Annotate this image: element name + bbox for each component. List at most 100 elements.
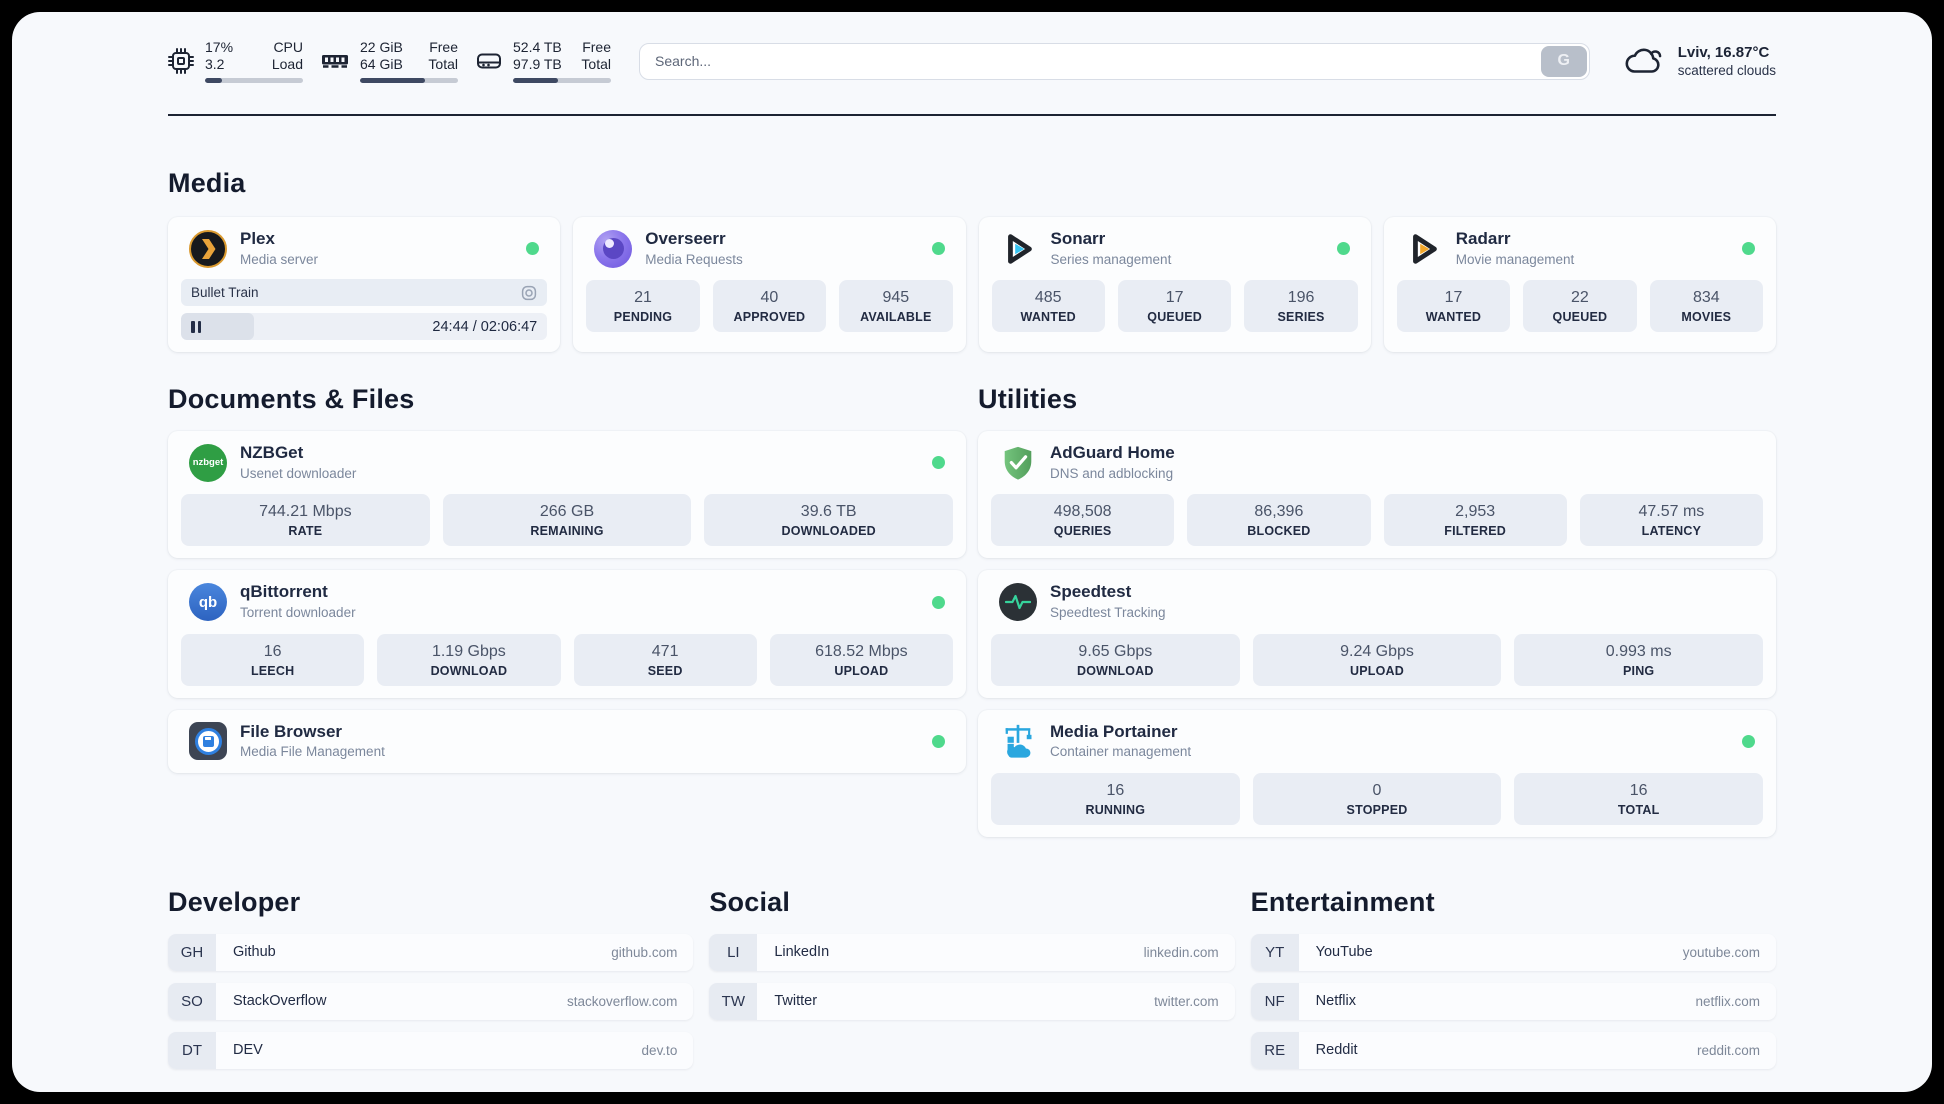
link-name: DEV: [233, 1042, 263, 1059]
nzbget-icon: nzbget: [189, 443, 227, 482]
now-playing-title: Bullet Train: [191, 285, 259, 301]
app-card-portainer[interactable]: Media Portainer Container management 16 R…: [978, 709, 1776, 837]
link-abbr: RE: [1250, 1031, 1299, 1069]
search-engine-button[interactable]: G: [1540, 45, 1587, 77]
link-abbr: GH: [168, 933, 216, 971]
link-url: dev.to: [641, 1042, 678, 1058]
app-card-nzbget[interactable]: nzbget NZBGet Usenet downloader 744.21 M…: [168, 431, 966, 559]
ram-meter: [360, 78, 458, 83]
app-subtitle: Media File Management: [240, 744, 385, 760]
link-name: Netflix: [1315, 993, 1356, 1010]
cpu-load: 3.2: [205, 56, 225, 72]
status-online-dot: [932, 456, 945, 470]
section-utilities: Utilities AdGuard Home DNS and adblockin…: [978, 384, 1776, 837]
app-subtitle: Movie management: [1455, 251, 1575, 267]
app-card-radarr[interactable]: Radarr Movie management 17 WANTED 22 QUEUE…: [1383, 217, 1776, 353]
disk-meter: [513, 78, 611, 83]
app-subtitle: Container management: [1050, 744, 1192, 760]
stat-upload: 618.52 Mbps UPLOAD: [769, 633, 953, 686]
link-stackoverflow[interactable]: SO StackOverflow stackoverflow.com: [168, 982, 694, 1020]
nzbget-icon-text: nzbget: [192, 457, 224, 469]
link-name: StackOverflow: [233, 993, 327, 1010]
playback-time: 24:44 / 02:06:47: [432, 318, 538, 335]
disk-total-label: Total: [581, 56, 611, 72]
portainer-icon: [999, 722, 1037, 760]
link-url: twitter.com: [1154, 993, 1219, 1009]
app-card-qbittorrent[interactable]: qb qBittorrent Torrent downloader 16 LEEC…: [168, 570, 966, 698]
app-card-plex[interactable]: Plex Media server Bullet Train 24:44 / 0…: [168, 217, 561, 353]
link-reddit[interactable]: RE Reddit reddit.com: [1250, 1031, 1776, 1069]
ram-free-label: Free: [429, 39, 458, 55]
overseerr-icon: [594, 229, 633, 268]
app-subtitle: DNS and adblocking: [1050, 465, 1174, 481]
ram-icon: [322, 55, 348, 68]
link-url: github.com: [611, 944, 678, 960]
utilities-section-title: Utilities: [978, 384, 1078, 415]
link-github[interactable]: GH Github github.com: [168, 933, 694, 971]
ram-free: 22 GiB: [360, 39, 403, 55]
disc-icon[interactable]: [521, 285, 537, 301]
app-name: File Browser: [240, 721, 343, 741]
section-media: Media Plex Media server Bullet Train 24:…: [168, 168, 1776, 353]
disk-stat: 52.4 TB Free 97.9 TB Total: [476, 39, 611, 83]
link-abbr: TW: [709, 982, 758, 1020]
link-abbr: NF: [1250, 982, 1299, 1020]
cpu-stat: 17% CPU 3.2 Load: [168, 39, 303, 83]
stat-running: 16 RUNNING: [991, 772, 1240, 825]
link-netflix[interactable]: NF Netflix netflix.com: [1250, 982, 1776, 1020]
app-card-sonarr[interactable]: Sonarr Series management 485 WANTED 17 QUE…: [978, 217, 1371, 353]
app-card-speedtest[interactable]: Speedtest Speedtest Tracking 9.65 Gbps DO…: [978, 570, 1776, 698]
status-online-dot: [1742, 734, 1755, 748]
stat-total: 16 TOTAL: [1514, 772, 1764, 825]
search-input[interactable]: [639, 42, 1590, 80]
section-developer: Developer GH Github github.com SO StackO…: [168, 886, 694, 1081]
screen-frame: 17% CPU 3.2 Load 22 GiB Free 64 GiB Total: [0, 0, 1944, 1104]
stat-pending: 21 PENDING: [586, 280, 700, 333]
cpu-label: CPU: [273, 39, 303, 55]
cpu-load-label: Load: [271, 56, 303, 72]
stat-upload: 9.24 Gbps UPLOAD: [1252, 633, 1502, 686]
search-bar: G: [639, 42, 1590, 80]
app-card-adguard[interactable]: AdGuard Home DNS and adblocking 498,508 Q…: [978, 431, 1776, 559]
app-name: Sonarr: [1050, 229, 1106, 248]
app-subtitle: Media Requests: [645, 251, 743, 267]
system-stats: 17% CPU 3.2 Load 22 GiB Free 64 GiB Total: [168, 39, 611, 83]
link-twitter[interactable]: TW Twitter twitter.com: [709, 982, 1235, 1020]
app-subtitle: Torrent downloader: [240, 605, 356, 621]
disk-free-label: Free: [582, 39, 611, 55]
documents-section-title: Documents & Files: [168, 384, 415, 415]
entertainment-section-title: Entertainment: [1250, 886, 1435, 917]
app-subtitle: Speedtest Tracking: [1050, 605, 1166, 621]
link-linkedin[interactable]: LI LinkedIn linkedin.com: [709, 933, 1235, 971]
link-name: Reddit: [1315, 1042, 1358, 1059]
stat-queued: 17 QUEUED: [1117, 280, 1232, 333]
disk-icon: [477, 53, 501, 69]
stat-rate: 744.21 Mbps RATE: [181, 494, 430, 547]
app-name: qBittorrent: [240, 582, 328, 602]
link-abbr: LI: [709, 933, 758, 971]
app-name: Overseerr: [645, 229, 726, 248]
pause-button[interactable]: [191, 320, 201, 333]
app-subtitle: Media server: [240, 251, 319, 267]
app-card-overseerr[interactable]: Overseerr Media Requests 21 PENDING 40 APP…: [573, 217, 966, 353]
section-social: Social LI LinkedIn linkedin.com TW Twitt…: [709, 887, 1235, 1032]
qbittorrent-icon-text: qb: [198, 593, 218, 611]
filebrowser-icon: [189, 722, 227, 761]
stat-download: 9.65 Gbps DOWNLOAD: [991, 633, 1240, 686]
link-dev[interactable]: DT DEV dev.to: [168, 1031, 694, 1069]
playback-progress: 24:44 / 02:06:47: [181, 313, 548, 341]
stat-queued: 22 QUEUED: [1523, 280, 1637, 333]
cpu-meter: [205, 78, 303, 83]
weather-condition: scattered clouds: [1677, 62, 1776, 78]
link-youtube[interactable]: YT YouTube youtube.com: [1250, 933, 1776, 971]
header-divider: [168, 114, 1776, 116]
link-name: YouTube: [1315, 944, 1373, 961]
app-card-filebrowser[interactable]: File Browser Media File Management: [168, 709, 966, 773]
link-abbr: DT: [168, 1031, 216, 1069]
weather-location: Lviv, 16.87°C: [1677, 43, 1770, 61]
stat-ping: 0.993 ms PING: [1514, 633, 1764, 686]
link-name: LinkedIn: [774, 944, 830, 961]
status-online-dot: [932, 734, 945, 748]
dashboard-page: 17% CPU 3.2 Load 22 GiB Free 64 GiB Total: [12, 12, 1932, 1092]
developer-section-title: Developer: [168, 886, 301, 917]
